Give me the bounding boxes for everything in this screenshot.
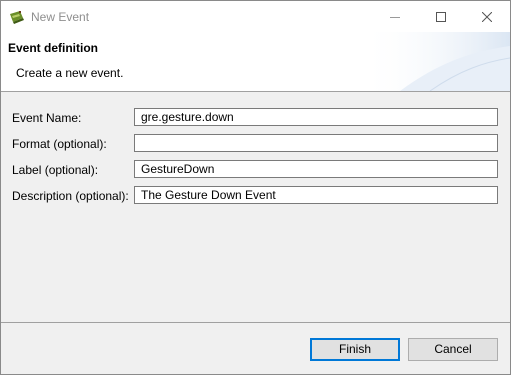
format-field[interactable] xyxy=(134,134,498,152)
minimize-icon xyxy=(390,16,400,18)
minimize-button[interactable] xyxy=(372,1,418,32)
header-banner-graphic xyxy=(360,32,510,91)
header-description: Create a new event. xyxy=(16,66,124,80)
new-event-dialog: New Event Event definition Create a new … xyxy=(0,0,511,375)
maximize-button[interactable] xyxy=(418,1,464,32)
app-icon xyxy=(9,9,25,25)
event-name-label: Event Name: xyxy=(12,111,82,125)
description-label: Description (optional): xyxy=(12,189,129,203)
cancel-button[interactable]: Cancel xyxy=(408,338,498,361)
title-bar[interactable]: New Event xyxy=(1,1,510,32)
footer-divider xyxy=(1,322,510,323)
description-field[interactable] xyxy=(134,186,498,204)
close-button[interactable] xyxy=(464,1,510,32)
wizard-header: Event definition Create a new event. xyxy=(1,32,510,92)
header-title: Event definition xyxy=(8,41,98,55)
label-field[interactable] xyxy=(134,160,498,178)
close-icon xyxy=(482,11,492,22)
window-title: New Event xyxy=(31,10,90,24)
maximize-icon xyxy=(436,11,446,22)
label-label: Label (optional): xyxy=(12,163,99,177)
event-name-field[interactable] xyxy=(134,108,498,126)
finish-button[interactable]: Finish xyxy=(310,338,400,361)
format-label: Format (optional): xyxy=(12,137,107,151)
